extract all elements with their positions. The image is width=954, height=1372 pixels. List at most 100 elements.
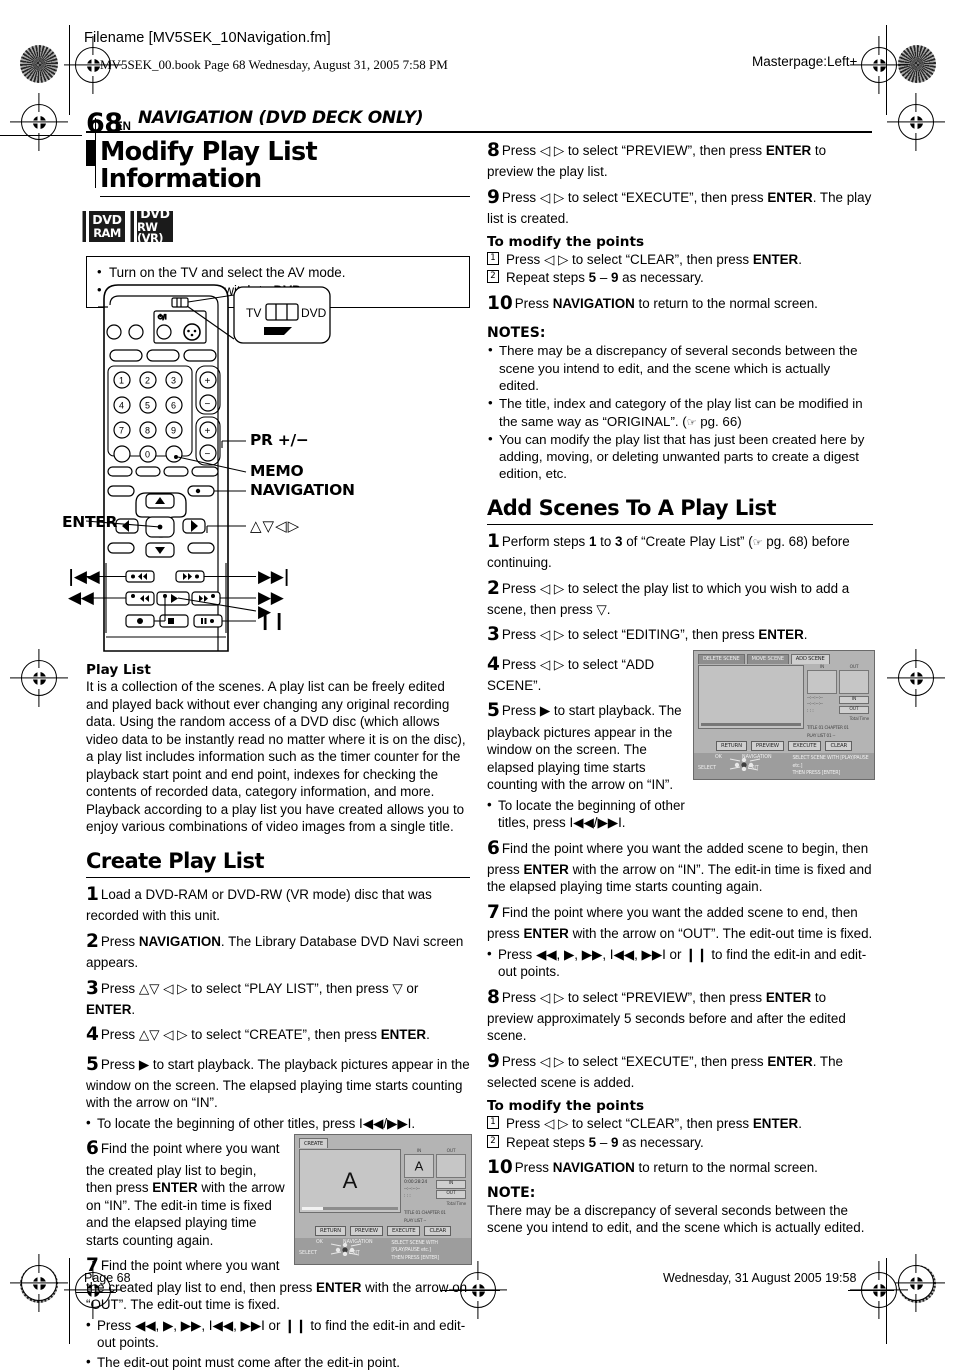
- osd-progress-bar: [302, 1207, 398, 1211]
- step-number: 9: [487, 1050, 500, 1072]
- remote-label-rew: ◀◀: [68, 588, 94, 608]
- osd-tab-create[interactable]: CREATE: [299, 1138, 328, 1149]
- play-list-body: It is a collection of the scenes. A play…: [86, 679, 466, 835]
- osd-add-footer: OK NAVIGATION SELECT EXIT SELECT SCENE W…: [694, 753, 874, 779]
- step-number: 5: [487, 700, 500, 722]
- osd-inout-buttons: IN OUT Total Time: [436, 1180, 467, 1206]
- osd-command-preview[interactable]: PREVIEW: [750, 741, 784, 752]
- add-step-2: 2 Press ◁ ▷ to select the play list to wh…: [487, 577, 850, 617]
- step-number: 1: [86, 884, 99, 906]
- step-number: 8: [487, 986, 500, 1008]
- osd-total-time-label: Total Time: [849, 715, 870, 721]
- svg-text:⏻/I: ⏻/I: [158, 314, 167, 321]
- create-notes-heading: NOTES:: [487, 325, 546, 342]
- osd-out-thumb: [436, 1154, 466, 1179]
- svg-text:5: 5: [145, 401, 150, 411]
- remote-label-memo: MEMO: [250, 462, 304, 480]
- osd-tab-move-scene[interactable]: MOVE SCENE: [746, 653, 789, 664]
- add-step-7: 7 Find the point where you want the added…: [487, 901, 873, 942]
- registration-mark-bottom-left: [21, 1265, 57, 1301]
- step-1: 1 Load a DVD-RAM or DVD-RW (VR mode) disc…: [86, 884, 432, 924]
- osd-hint-block: SELECT SCENE WITH [PLAY/PAUSE etc.] THEN…: [391, 1240, 467, 1262]
- osd-button-in[interactable]: IN: [436, 1180, 466, 1189]
- svg-text:1: 1: [119, 376, 124, 386]
- remote-label-pr: PR +/−: [250, 431, 309, 449]
- osd-button-in[interactable]: IN: [839, 695, 869, 705]
- add-modify-step-1: 1 Press ◁ ▷ to select “CLEAR”, then press…: [487, 1115, 873, 1133]
- svg-text:TV: TV: [246, 306, 261, 320]
- substep-number: 2: [487, 1134, 499, 1148]
- footer-rule-right: [848, 1290, 894, 1292]
- add-step-6: 6 Find the point where you want the added…: [487, 837, 872, 895]
- halftone-patch-top-left: [20, 45, 58, 83]
- filename-label: Filename [MV5SEK_10Navigation.fm]: [84, 30, 331, 46]
- footer-date-label: Wednesday, 31 August 2005 19:58: [663, 1271, 857, 1285]
- osd-add-screen: DELETE SCENE MOVE SCENE ADD SCENE IN OUT…: [693, 649, 875, 780]
- left-column-lower: Play List It is a collection of the scen…: [86, 656, 472, 1372]
- add-modify-step-2: 2 Repeat steps 5 – 9 as necessary.: [487, 1134, 873, 1152]
- osd-button-out[interactable]: OUT: [839, 705, 869, 715]
- osd-guide-pad-icon: [729, 758, 761, 772]
- crop-rule-left-bottom: [69, 1258, 71, 1344]
- step-number: 3: [487, 624, 500, 646]
- osd-total-time-label: Total Time: [446, 1200, 467, 1206]
- svg-text:2: 2: [145, 376, 150, 386]
- add-scenes-steps: 1 Perform steps 1 to 3 of “Create Play Li…: [487, 530, 875, 1237]
- osd-hint-line-2: THEN PRESS [ENTER]: [391, 1255, 439, 1261]
- crop-rule-right-bottom: [886, 1258, 888, 1344]
- add-step-4: 4 Press ◁ ▷ to select “ADD SCENE”.: [487, 653, 655, 693]
- osd-time-in: 0:00:28:24: [404, 1180, 428, 1186]
- svg-text:4: 4: [119, 401, 124, 411]
- osd-command-preview[interactable]: PREVIEW: [349, 1226, 383, 1237]
- add-step-5: 5 Press ▶ to start playback. The playback…: [487, 700, 682, 793]
- svg-text:6: 6: [171, 401, 176, 411]
- osd-out-cell: OUT: [436, 1149, 466, 1179]
- osd-command-clear[interactable]: CLEAR: [825, 741, 853, 752]
- crop-rule-right: [886, 25, 888, 115]
- dvd-ram-icon: DVD RAM: [86, 211, 125, 243]
- step-2: 2 Press NAVIGATION. The Library Database …: [86, 930, 464, 971]
- osd-command-return[interactable]: RETURN: [715, 741, 747, 752]
- book-info-line: MV5SEK_00.book Page 68 Wednesday, August…: [100, 57, 448, 72]
- osd-tab-add-scene[interactable]: ADD SCENE: [790, 653, 830, 664]
- osd-time-total: : : :: [807, 708, 814, 714]
- osd-tab-delete-scene[interactable]: DELETE SCENE: [698, 653, 745, 664]
- add-modify-heading: To modify the points: [487, 1097, 645, 1114]
- osd-guide-select: SELECT: [698, 766, 717, 772]
- step-4: 4 Press △▽ ◁ ▷ to select “CREATE”, then p…: [86, 1024, 430, 1046]
- osd-progress-bar: [701, 722, 801, 726]
- create-note-2: The title, index and category of the pla…: [487, 394, 873, 430]
- osd-command-execute[interactable]: EXECUTE: [386, 1226, 421, 1237]
- step-5: 5 Press ▶ to start playback. The playback…: [86, 1053, 470, 1111]
- create-bullet-7b: The edit-out point must come after the e…: [86, 1353, 470, 1371]
- remote-control-figure: TV DVD ⏻/I 1 2 3 4 5 6 7 8 9 0 + − + − P…: [62, 281, 470, 656]
- osd-time-panel: --:--:--:-- --:--:--:-- : : : IN OUT Tot…: [807, 695, 870, 721]
- remote-label-enter: ENTER: [62, 513, 118, 531]
- footer-page-label: Page 68: [84, 1271, 131, 1285]
- osd-preview-letter: A: [342, 1168, 358, 1194]
- osd-command-clear[interactable]: CLEAR: [424, 1226, 452, 1237]
- step-number: 2: [487, 577, 500, 599]
- osd-command-return[interactable]: RETURN: [314, 1226, 346, 1237]
- registration-mark-bottom-right: [898, 1265, 934, 1301]
- osd-button-out[interactable]: OUT: [436, 1190, 466, 1200]
- step-number: 7: [487, 901, 500, 923]
- osd-preview-window: [698, 664, 804, 729]
- osd-time-in: --:--:--:--: [807, 695, 823, 701]
- osd-hint-line-1: SELECT SCENE WITH [PLAY/PAUSE etc.]: [391, 1241, 438, 1254]
- add-step-8: 8 Press ◁ ▷ to select “PREVIEW”, then pre…: [487, 986, 846, 1044]
- dvd-rw-icon-line1: DVD: [140, 206, 170, 222]
- osd-create-footer: OK NAVIGATION SELECT EXIT SELECT SCENE W…: [295, 1238, 471, 1264]
- step-number: 3: [86, 977, 99, 999]
- create-play-list-heading: Create Play List: [86, 849, 470, 879]
- osd-add-side: IN OUT --:--:--:-- --:--:--:--::: IN …: [807, 665, 869, 740]
- create-bullet-after-5: To locate the beginning of other titles,…: [86, 1114, 470, 1132]
- disc-compatibility-icons: DVD RAM DVD RW (VR): [86, 206, 470, 244]
- osd-time-panel: 0:00:28:24 --:--:--:-- : : : IN OUT Tota…: [404, 1180, 467, 1206]
- osd-command-execute[interactable]: EXECUTE: [787, 741, 822, 752]
- osd-add-commands: RETURN PREVIEW EXECUTE CLEAR: [698, 741, 870, 752]
- osd-in-thumb: A: [404, 1154, 434, 1179]
- page-title: Modify Play List Information: [86, 138, 470, 201]
- svg-text:−: −: [205, 449, 211, 460]
- crop-rule-left: [69, 25, 71, 115]
